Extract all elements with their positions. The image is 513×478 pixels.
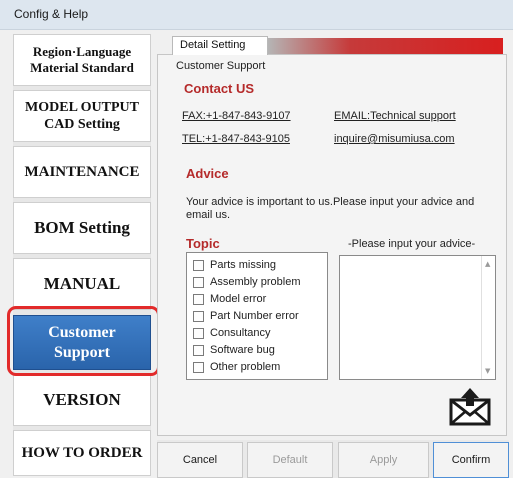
topic-list: Parts missing Assembly problem Model err…: [186, 252, 328, 380]
fax-link[interactable]: FAX:+1-847-843-9107: [182, 110, 291, 122]
topic-label: Consultancy: [210, 327, 271, 339]
topic-item[interactable]: Part Number error: [193, 308, 299, 324]
scroll-down-icon[interactable]: ▼: [485, 367, 490, 375]
sidebar-item-version[interactable]: VERSION: [13, 374, 151, 426]
advice-heading: Advice: [186, 166, 229, 181]
topic-item[interactable]: Model error: [193, 291, 266, 307]
sidebar: Region·Language Material Standard MODEL …: [13, 34, 151, 476]
sidebar-label-maintenance: MAINTENANCE: [24, 163, 140, 180]
checkbox[interactable]: [193, 276, 204, 288]
advice-scrollbar[interactable]: ▲ ▼: [481, 256, 495, 379]
tel-link[interactable]: TEL:+1-847-843-9105: [182, 133, 290, 145]
contact-us-heading: Contact US: [184, 81, 255, 96]
sidebar-label-model-output: MODEL OUTPUT: [25, 99, 139, 115]
topic-label: Software bug: [210, 344, 275, 356]
topic-item[interactable]: Software bug: [193, 342, 275, 358]
checkbox[interactable]: [193, 361, 204, 373]
checkbox[interactable]: [193, 310, 204, 322]
topic-label: Model error: [210, 293, 267, 305]
topic-item[interactable]: Assembly problem: [193, 274, 300, 290]
title-bar: Config & Help: [0, 0, 513, 30]
window-title: Config & Help: [14, 7, 89, 21]
sidebar-label-how-to-order: HOW TO ORDER: [21, 444, 143, 461]
selection-highlight-ring: [7, 306, 160, 376]
sidebar-label-version: VERSION: [43, 390, 121, 410]
sidebar-item-model-output[interactable]: MODEL OUTPUT CAD Setting: [13, 90, 151, 142]
default-button[interactable]: Default: [247, 442, 333, 478]
sidebar-item-region-language[interactable]: Region·Language Material Standard: [13, 34, 151, 86]
sidebar-label-material-standard: Material Standard: [30, 60, 134, 75]
sidebar-item-bom-setting[interactable]: BOM Setting: [13, 202, 151, 254]
email-link[interactable]: EMAIL:Technical support: [334, 110, 456, 122]
advice-textarea[interactable]: ▲ ▼: [339, 255, 496, 380]
checkbox[interactable]: [193, 327, 204, 339]
topic-label: Other problem: [210, 361, 281, 373]
sidebar-item-how-to-order[interactable]: HOW TO ORDER: [13, 430, 151, 476]
sidebar-item-manual[interactable]: MANUAL: [13, 258, 151, 310]
config-help-window: Config & Help Region·Language Material S…: [0, 0, 513, 478]
apply-button[interactable]: Apply: [338, 442, 429, 478]
topic-label: Part Number error: [210, 310, 299, 322]
topic-label: Parts missing: [210, 259, 277, 271]
tab-bar-accent: [268, 38, 503, 55]
sidebar-label-cad-setting: CAD Setting: [44, 117, 120, 132]
topic-heading: Topic: [186, 236, 220, 251]
sidebar-item-maintenance[interactable]: MAINTENANCE: [13, 146, 151, 198]
sidebar-label-manual: MANUAL: [43, 274, 121, 294]
section-title: Customer Support: [176, 60, 266, 72]
cancel-button[interactable]: Cancel: [157, 442, 243, 478]
advice-text-line-1: Your advice is important to us.Please in…: [186, 196, 475, 208]
advice-text-line-2: email us.: [186, 209, 231, 221]
checkbox[interactable]: [193, 293, 204, 305]
topic-item[interactable]: Other problem: [193, 359, 280, 375]
topic-label: Assembly problem: [210, 276, 301, 288]
checkbox[interactable]: [193, 344, 204, 356]
sidebar-label-bom-setting: BOM Setting: [34, 218, 130, 238]
topic-item[interactable]: Parts missing: [193, 257, 276, 273]
scroll-up-icon[interactable]: ▲: [485, 260, 490, 268]
sidebar-label-region-language: Region·Language: [32, 43, 132, 59]
send-mail-button[interactable]: [448, 386, 492, 426]
inquire-email-link[interactable]: inquire@misumiusa.com: [334, 133, 455, 145]
topic-item[interactable]: Consultancy: [193, 325, 271, 341]
envelope-upload-icon: [449, 388, 491, 426]
confirm-button[interactable]: Confirm: [433, 442, 509, 478]
tab-detail-setting[interactable]: Detail Setting: [172, 36, 268, 55]
advice-input-label: -Please input your advice-: [348, 238, 476, 250]
checkbox[interactable]: [193, 259, 204, 271]
